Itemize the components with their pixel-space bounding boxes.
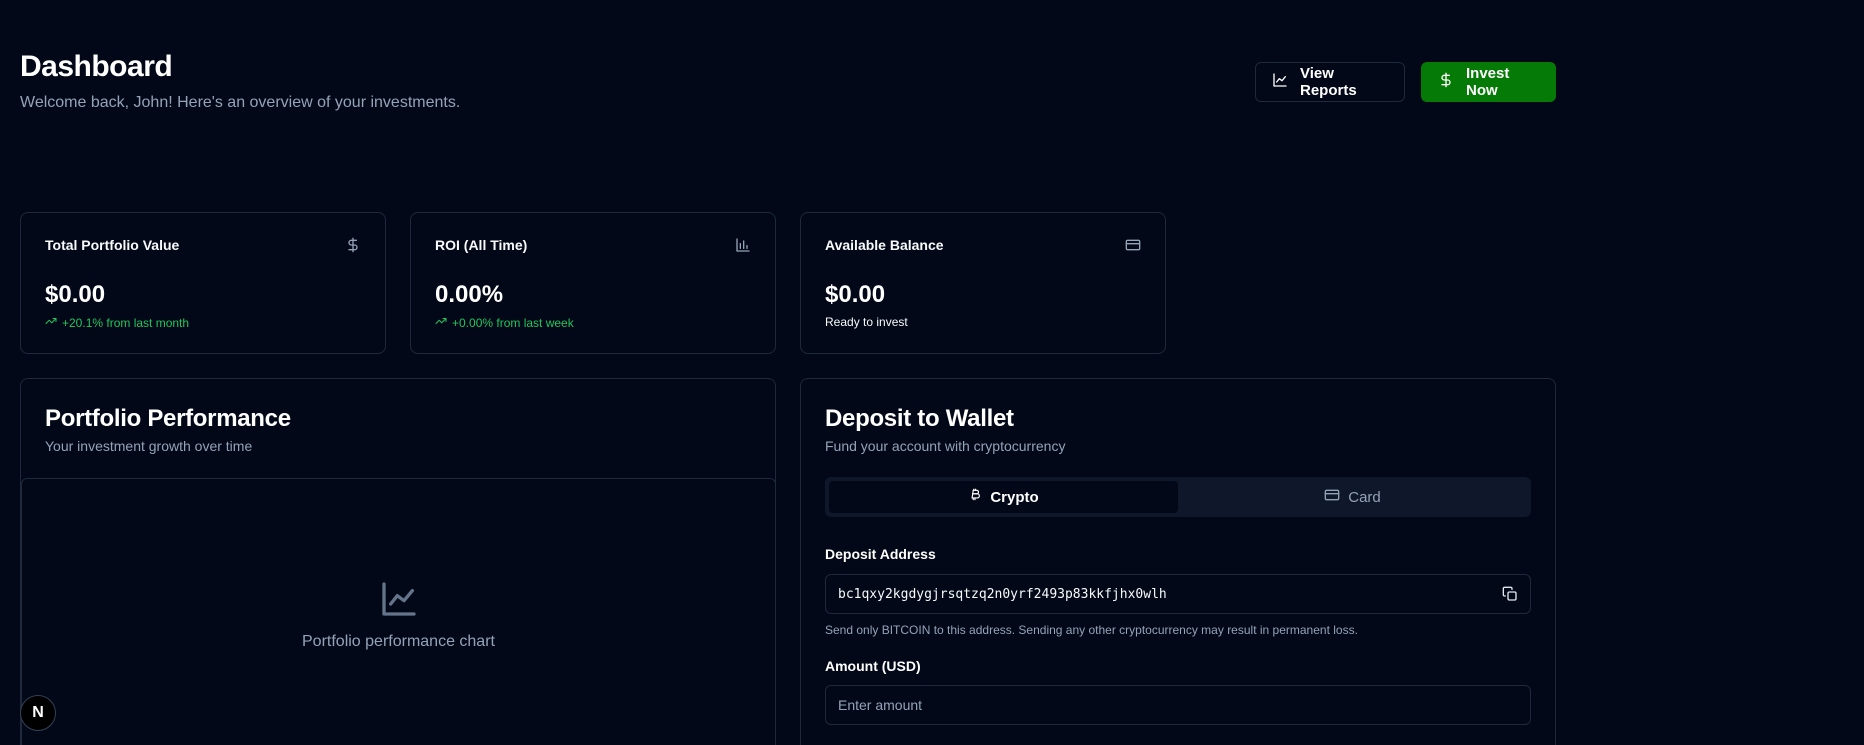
dollar-icon: [345, 237, 361, 253]
header-actions: View Reports Invest Now: [1255, 62, 1556, 102]
amount-input[interactable]: [825, 685, 1531, 725]
deposit-wallet-card: Deposit to Wallet Fund your account with…: [800, 378, 1556, 745]
line-chart-icon: [379, 579, 419, 619]
tab-crypto[interactable]: Crypto: [829, 481, 1178, 513]
stat-label: Available Balance: [825, 237, 944, 253]
stat-trend: +0.00% from last week: [435, 315, 751, 330]
address-warning: Send only BITCOIN to this address. Sendi…: [825, 623, 1358, 637]
stat-card-available-balance: Available Balance $0.00 Ready to invest: [800, 212, 1166, 354]
chart-placeholder: Portfolio performance chart: [22, 579, 775, 651]
bar-chart-icon: [735, 237, 751, 253]
panel-subtitle: Fund your account with cryptocurrency: [825, 438, 1066, 454]
stat-trend: +20.1% from last month: [45, 315, 361, 330]
deposit-address-label: Deposit Address: [825, 546, 936, 562]
deposit-address-value: bc1qxy2kgdygjrsqtzq2n0yrf2493p83kkfjhx0w…: [838, 586, 1167, 602]
panel-subtitle: Your investment growth over time: [45, 438, 253, 454]
stat-label: ROI (All Time): [435, 237, 528, 253]
stat-card-portfolio-value: Total Portfolio Value $0.00 +20.1% from …: [20, 212, 386, 354]
view-reports-label: View Reports: [1300, 65, 1357, 99]
credit-card-icon: [1324, 487, 1340, 507]
copy-icon[interactable]: [1502, 586, 1518, 602]
invest-now-label: Invest Now: [1466, 65, 1510, 99]
line-chart-icon: [1272, 72, 1288, 92]
dollar-icon: [1438, 72, 1454, 92]
stat-value: 0.00%: [435, 281, 504, 308]
bitcoin-icon: [968, 488, 982, 506]
stat-note: +20.1% from last month: [62, 315, 190, 330]
badge-letter: N: [32, 704, 44, 721]
invest-now-button[interactable]: Invest Now: [1421, 62, 1556, 102]
portfolio-performance-card: Portfolio Performance Your investment gr…: [20, 378, 776, 745]
view-reports-button[interactable]: View Reports: [1255, 62, 1405, 102]
stat-value: $0.00: [825, 281, 886, 308]
credit-card-icon: [1125, 237, 1141, 253]
deposit-address-field[interactable]: bc1qxy2kgdygjrsqtzq2n0yrf2493p83kkfjhx0w…: [825, 574, 1531, 614]
next-dev-badge[interactable]: N: [20, 695, 56, 731]
stat-value: $0.00: [45, 281, 106, 308]
dashboard-page: Dashboard Welcome back, John! Here's an …: [0, 0, 1864, 745]
chart-area: Portfolio performance chart: [21, 478, 776, 745]
chart-placeholder-label: Portfolio performance chart: [302, 633, 495, 650]
tab-label: Crypto: [990, 488, 1039, 506]
panel-title: Portfolio Performance: [45, 405, 291, 432]
stat-card-roi: ROI (All Time) 0.00% +0.00% from last we…: [410, 212, 776, 354]
stat-note: +0.00% from last week: [452, 315, 574, 330]
panel-title: Deposit to Wallet: [825, 405, 1014, 432]
stat-note: Ready to invest: [825, 315, 908, 329]
payment-method-tabs: Crypto Card: [825, 477, 1531, 517]
trending-up-icon: [45, 315, 57, 330]
tab-card[interactable]: Card: [1178, 481, 1527, 513]
trending-up-icon: [435, 315, 447, 330]
amount-label: Amount (USD): [825, 658, 921, 674]
tab-label: Card: [1348, 488, 1381, 506]
page-subtitle: Welcome back, John! Here's an overview o…: [20, 94, 461, 111]
page-title: Dashboard: [20, 50, 173, 83]
stat-label: Total Portfolio Value: [45, 237, 180, 253]
page-header: Dashboard Welcome back, John! Here's an …: [20, 50, 460, 112]
